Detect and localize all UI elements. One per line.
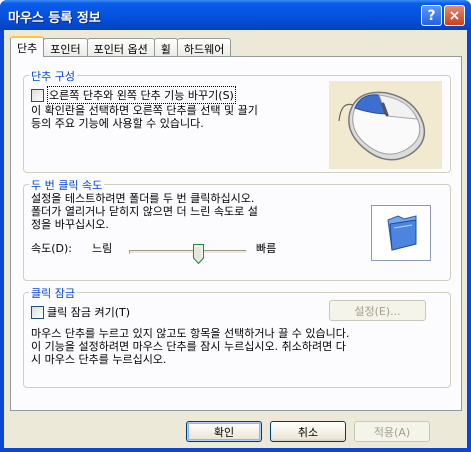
- mouse-properties-window: 마우스 등록 정보 ? × 단추 포인터 포인터 옵션 휠 하드웨어 단추 구성…: [0, 0, 471, 452]
- ok-button[interactable]: 확인: [186, 421, 262, 442]
- dbl-desc-line-2: 폴더가 열리거나 닫히지 않으면 더 느린 속도로 설: [31, 205, 258, 218]
- cancel-button[interactable]: 취소: [270, 421, 346, 442]
- button-configuration-group: 단추 구성 오른쪽 단추와 왼쪽 단추 기능 바꾸기(S) 이 확인란을 선택하…: [23, 68, 451, 173]
- click-lock-option[interactable]: 클릭 잠금 켜기(T): [31, 304, 130, 320]
- double-click-speed-group: 두 번 클릭 속도 설정을 테스트하려면 폴더를 두 번 클릭하십시오. 폴더가…: [23, 177, 451, 281]
- tab-wheel[interactable]: 휠: [153, 38, 178, 56]
- click-lock-group: 클릭 잠금 클릭 잠금 켜기(T) 설정(E)... 마우스 단추를 누르고 있…: [23, 285, 451, 388]
- lock-desc-line-3: 시 마우스 단추를 누르십시오.: [31, 353, 167, 366]
- swap-desc-line-1: 이 확인란을 선택하면 오른쪽 단추를 선택 및 끌기: [31, 104, 258, 117]
- test-folder-icon[interactable]: [371, 205, 431, 261]
- click-lock-description: 마우스 단추를 누르고 있지 않고도 항목을 선택하거나 끌 수 있습니다. 이…: [31, 327, 349, 366]
- help-glyph: ?: [427, 7, 436, 24]
- tab-pointers[interactable]: 포인터: [43, 38, 88, 56]
- mouse-illustration: [329, 81, 442, 169]
- title-bar[interactable]: 마우스 등록 정보 ? ×: [0, 0, 471, 30]
- swap-buttons-checkbox[interactable]: [31, 88, 44, 102]
- window-title: 마우스 등록 정보: [8, 11, 101, 26]
- tab-pointer-options[interactable]: 포인터 옵션: [86, 38, 155, 56]
- speed-label: 속도(D):: [31, 242, 72, 255]
- dialog-client-area: 단추 포인터 포인터 옵션 휠 하드웨어 단추 구성 오른쪽 단추와 왼쪽 단추…: [4, 30, 467, 448]
- click-lock-checkbox[interactable]: [31, 305, 44, 319]
- double-click-description: 설정을 테스트하려면 폴더를 두 번 클릭하십시오. 폴더가 열리거나 닫히지 …: [31, 192, 258, 231]
- close-glyph: ×: [448, 7, 461, 24]
- button-configuration-title: 단추 구성: [29, 68, 77, 84]
- click-lock-settings-button[interactable]: 설정(E)...: [329, 300, 426, 321]
- swap-desc-line-2: 등의 주요 기능에 사용할 수 있습니다.: [31, 117, 204, 130]
- close-icon[interactable]: ×: [444, 5, 465, 26]
- help-icon[interactable]: ?: [421, 5, 442, 26]
- dbl-desc-line-3: 정을 바꾸십시오.: [31, 218, 109, 231]
- swap-buttons-label[interactable]: 오른쪽 단추와 왼쪽 단추 기능 바꾸기(S): [47, 86, 236, 104]
- double-click-speed-slider[interactable]: [129, 244, 247, 265]
- lock-desc-line-2: 이 기능을 설정하려면 마우스 단추를 잠시 누르십시오. 취소하려면 다: [31, 340, 346, 353]
- dbl-desc-line-1: 설정을 테스트하려면 폴더를 두 번 클릭하십시오.: [31, 192, 255, 205]
- swap-buttons-description: 이 확인란을 선택하면 오른쪽 단추를 선택 및 끌기 등의 주요 기능에 사용…: [31, 104, 258, 130]
- tab-page-buttons: 단추 구성 오른쪽 단추와 왼쪽 단추 기능 바꾸기(S) 이 확인란을 선택하…: [10, 56, 462, 411]
- tab-strip: 단추 포인터 포인터 옵션 휠 하드웨어: [10, 36, 232, 57]
- slider-thumb-icon[interactable]: [193, 244, 204, 265]
- tab-buttons[interactable]: 단추: [10, 36, 45, 57]
- lock-desc-line-1: 마우스 단추를 누르고 있지 않고도 항목을 선택하거나 끌 수 있습니다.: [31, 327, 350, 340]
- click-lock-label[interactable]: 클릭 잠금 켜기(T): [47, 304, 130, 320]
- slow-label: 느림: [92, 242, 113, 255]
- fast-label: 빠름: [256, 242, 277, 255]
- slider-track[interactable]: [129, 250, 247, 254]
- double-click-speed-title: 두 번 클릭 속도: [29, 177, 105, 193]
- tab-hardware[interactable]: 하드웨어: [176, 38, 232, 56]
- swap-buttons-option[interactable]: 오른쪽 단추와 왼쪽 단추 기능 바꾸기(S): [31, 86, 236, 104]
- apply-button[interactable]: 적용(A): [354, 421, 430, 442]
- click-lock-title: 클릭 잠금: [29, 285, 77, 301]
